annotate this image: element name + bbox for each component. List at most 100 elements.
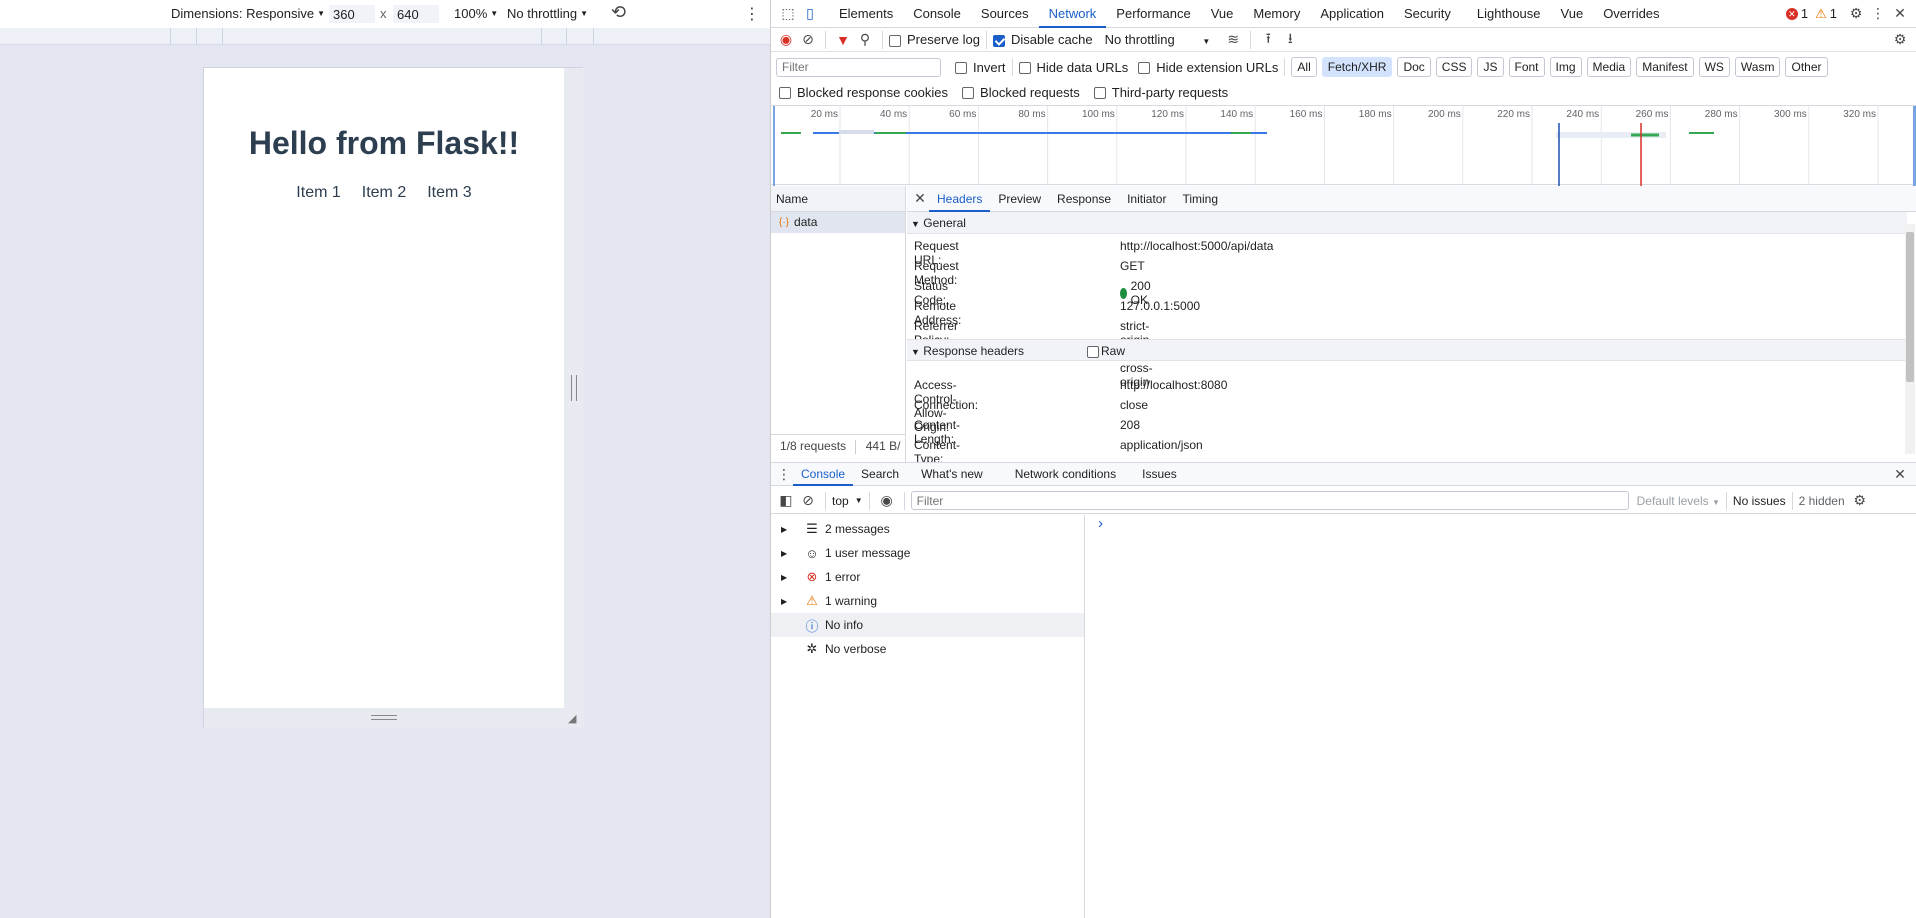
blocked-response-cookies-checkbox[interactable]: Blocked response cookies bbox=[779, 85, 948, 100]
details-scrollbar[interactable] bbox=[1905, 224, 1915, 454]
rotate-icon[interactable]: ⟲ bbox=[611, 2, 626, 23]
timeline-tick-label: 240 ms bbox=[1566, 109, 1600, 120]
throttling-dropdown[interactable]: No throttling ▼ bbox=[507, 6, 588, 21]
type-filter-css[interactable]: CSS bbox=[1435, 57, 1473, 77]
import-har-icon[interactable]: ⭱ bbox=[1257, 29, 1279, 51]
tab-sources[interactable]: Sources bbox=[971, 0, 1039, 28]
tab-timing[interactable]: Timing bbox=[1174, 192, 1226, 206]
close-drawer-icon[interactable]: ✕ bbox=[1889, 463, 1911, 485]
tab-overrides[interactable]: Overrides bbox=[1593, 0, 1669, 28]
type-filter-doc[interactable]: Doc bbox=[1397, 57, 1431, 77]
tab-security[interactable]: Security bbox=[1394, 0, 1461, 28]
zoom-dropdown[interactable]: 100% ▼ bbox=[454, 6, 498, 21]
drawer-tab-issues[interactable]: Issues bbox=[1124, 467, 1185, 481]
tab-preview[interactable]: Preview bbox=[990, 192, 1049, 206]
log-levels-dropdown[interactable]: Default levels ▼ bbox=[1637, 494, 1720, 508]
tab-headers[interactable]: Headers bbox=[929, 186, 991, 212]
general-section-header[interactable]: ▼ General bbox=[907, 212, 1907, 234]
search-icon[interactable]: ⚲ bbox=[854, 29, 876, 51]
sidebar-item-user-messages[interactable]: ▶ ☺ 1 user message bbox=[771, 541, 1084, 565]
type-filter-other[interactable]: Other bbox=[1785, 57, 1828, 77]
drawer-tab-console[interactable]: Console bbox=[793, 462, 854, 486]
disable-cache-checkbox[interactable]: Disable cache bbox=[992, 32, 1093, 47]
request-list: Name {·} data 1/8 requests 441 B/ bbox=[771, 186, 906, 462]
tab-vue[interactable]: Vue bbox=[1201, 0, 1244, 28]
name-column-header[interactable]: Name bbox=[771, 186, 905, 212]
tab-response[interactable]: Response bbox=[1049, 192, 1119, 206]
sidebar-item-info[interactable]: ⓘ No info bbox=[771, 613, 1084, 637]
drawer-menu-icon[interactable]: ⋮ bbox=[775, 463, 793, 485]
type-filter-fetch-xhr[interactable]: Fetch/XHR bbox=[1321, 57, 1393, 77]
sidebar-item-messages[interactable]: ▶ ☰ 2 messages bbox=[771, 517, 1084, 541]
network-conditions-icon[interactable]: ≋ bbox=[1222, 29, 1244, 51]
type-filter-ws[interactable]: WS bbox=[1698, 57, 1730, 77]
preserve-log-checkbox[interactable]: Preserve log bbox=[889, 32, 980, 47]
tab-vue-2[interactable]: Vue bbox=[1551, 0, 1594, 28]
type-filter-media[interactable]: Media bbox=[1586, 57, 1632, 77]
height-input[interactable] bbox=[393, 5, 439, 23]
raw-checkbox[interactable]: Raw bbox=[1087, 340, 1125, 362]
hide-data-urls-label: Hide data URLs bbox=[1036, 59, 1129, 75]
tab-console[interactable]: Console bbox=[903, 0, 971, 28]
tab-network[interactable]: Network bbox=[1038, 0, 1107, 28]
sidebar-toggle-icon[interactable]: ◧ bbox=[775, 490, 797, 512]
more-options-icon[interactable]: ⋮ bbox=[1867, 3, 1889, 25]
eye-icon[interactable]: ◉ bbox=[876, 490, 898, 512]
resize-corner-icon[interactable]: ◢ bbox=[568, 712, 576, 725]
device-toggle-icon[interactable]: ▯ bbox=[799, 3, 821, 25]
clear-console-icon[interactable]: ⊘ bbox=[797, 490, 819, 512]
blocked-requests-checkbox[interactable]: Blocked requests bbox=[962, 85, 1080, 100]
console-filter-input[interactable] bbox=[910, 491, 1629, 510]
type-filter-font[interactable]: Font bbox=[1508, 57, 1545, 77]
hide-extension-urls-checkbox[interactable]: Hide extension URLs bbox=[1138, 60, 1278, 75]
network-settings-icon[interactable]: ⚙ bbox=[1889, 29, 1911, 51]
sidebar-item-verbose[interactable]: ✲ No verbose bbox=[771, 637, 1084, 661]
resize-handle-bottom[interactable]: ◢ bbox=[204, 708, 584, 728]
context-selector[interactable]: top ▼ bbox=[832, 494, 863, 508]
settings-icon[interactable]: ⚙ bbox=[1845, 3, 1867, 25]
sidebar-item-warnings[interactable]: ▶ ⚠ 1 warning bbox=[771, 589, 1084, 613]
record-icon[interactable]: ◉ bbox=[775, 29, 797, 51]
tab-application[interactable]: Application bbox=[1310, 0, 1394, 28]
width-input[interactable] bbox=[329, 5, 375, 23]
tab-elements[interactable]: Elements bbox=[829, 0, 903, 28]
filter-icon[interactable]: ▼ bbox=[832, 29, 854, 51]
more-options-icon[interactable]: ⋮ bbox=[744, 4, 760, 24]
third-party-requests-checkbox[interactable]: Third-party requests bbox=[1093, 85, 1228, 100]
drawer-tab-whats-new[interactable]: What's new bbox=[907, 467, 991, 481]
type-filter-img[interactable]: Img bbox=[1549, 57, 1582, 77]
dimensions-dropdown[interactable]: Dimensions: Responsive ▼ bbox=[171, 6, 325, 21]
console-output[interactable]: › bbox=[1086, 515, 1916, 918]
network-filter-input[interactable] bbox=[776, 57, 941, 77]
hide-data-urls-checkbox[interactable]: Hide data URLs bbox=[1018, 59, 1129, 75]
tab-memory[interactable]: Memory bbox=[1243, 0, 1310, 28]
network-throttling-dropdown[interactable]: No throttling ▼ bbox=[1105, 32, 1211, 47]
invert-checkbox[interactable]: Invert bbox=[955, 60, 1006, 75]
clear-icon[interactable]: ⊘ bbox=[797, 29, 819, 51]
drawer-tab-network-conditions[interactable]: Network conditions bbox=[991, 467, 1124, 481]
device-frame: Hello from Flask!! Item 1 Item 2 Item 3 … bbox=[203, 67, 584, 728]
tab-lighthouse[interactable]: Lighthouse bbox=[1467, 0, 1551, 28]
tab-initiator[interactable]: Initiator bbox=[1119, 192, 1174, 206]
tab-performance[interactable]: Performance bbox=[1106, 0, 1200, 28]
inspect-element-icon[interactable]: ⬚ bbox=[777, 3, 799, 25]
type-filter-wasm[interactable]: Wasm bbox=[1734, 57, 1781, 77]
sidebar-item-errors[interactable]: ▶ ⊗ 1 error bbox=[771, 565, 1084, 589]
drawer-tab-search[interactable]: Search bbox=[853, 467, 907, 481]
close-icon[interactable]: ✕ bbox=[1889, 3, 1911, 25]
resize-handle-right[interactable] bbox=[564, 68, 584, 708]
type-filter-all[interactable]: All bbox=[1291, 57, 1317, 77]
type-filter-js[interactable]: JS bbox=[1477, 57, 1504, 77]
export-har-icon[interactable]: ⭳ bbox=[1279, 29, 1301, 51]
console-settings-icon[interactable]: ⚙ bbox=[1849, 490, 1871, 512]
response-headers-section-header[interactable]: ▼ Response headers Raw bbox=[907, 339, 1907, 361]
timeline-start-handle[interactable] bbox=[773, 106, 775, 186]
issues-counter[interactable]: No issues bbox=[1733, 494, 1786, 508]
close-details-icon[interactable]: ✕ bbox=[911, 188, 929, 210]
request-row[interactable]: {·} data bbox=[771, 212, 905, 233]
console-prompt-icon[interactable]: › bbox=[1098, 515, 1103, 532]
type-filter-manifest[interactable]: Manifest bbox=[1636, 57, 1694, 77]
error-warning-counter[interactable]: ✕ 1 ⚠ 1 bbox=[1785, 6, 1837, 22]
scrollbar-thumb[interactable] bbox=[1906, 232, 1914, 382]
network-overview-timeline[interactable]: 20 ms 40 ms 60 ms 80 ms 100 ms 120 ms 140 ms 16… bbox=[771, 105, 1916, 186]
